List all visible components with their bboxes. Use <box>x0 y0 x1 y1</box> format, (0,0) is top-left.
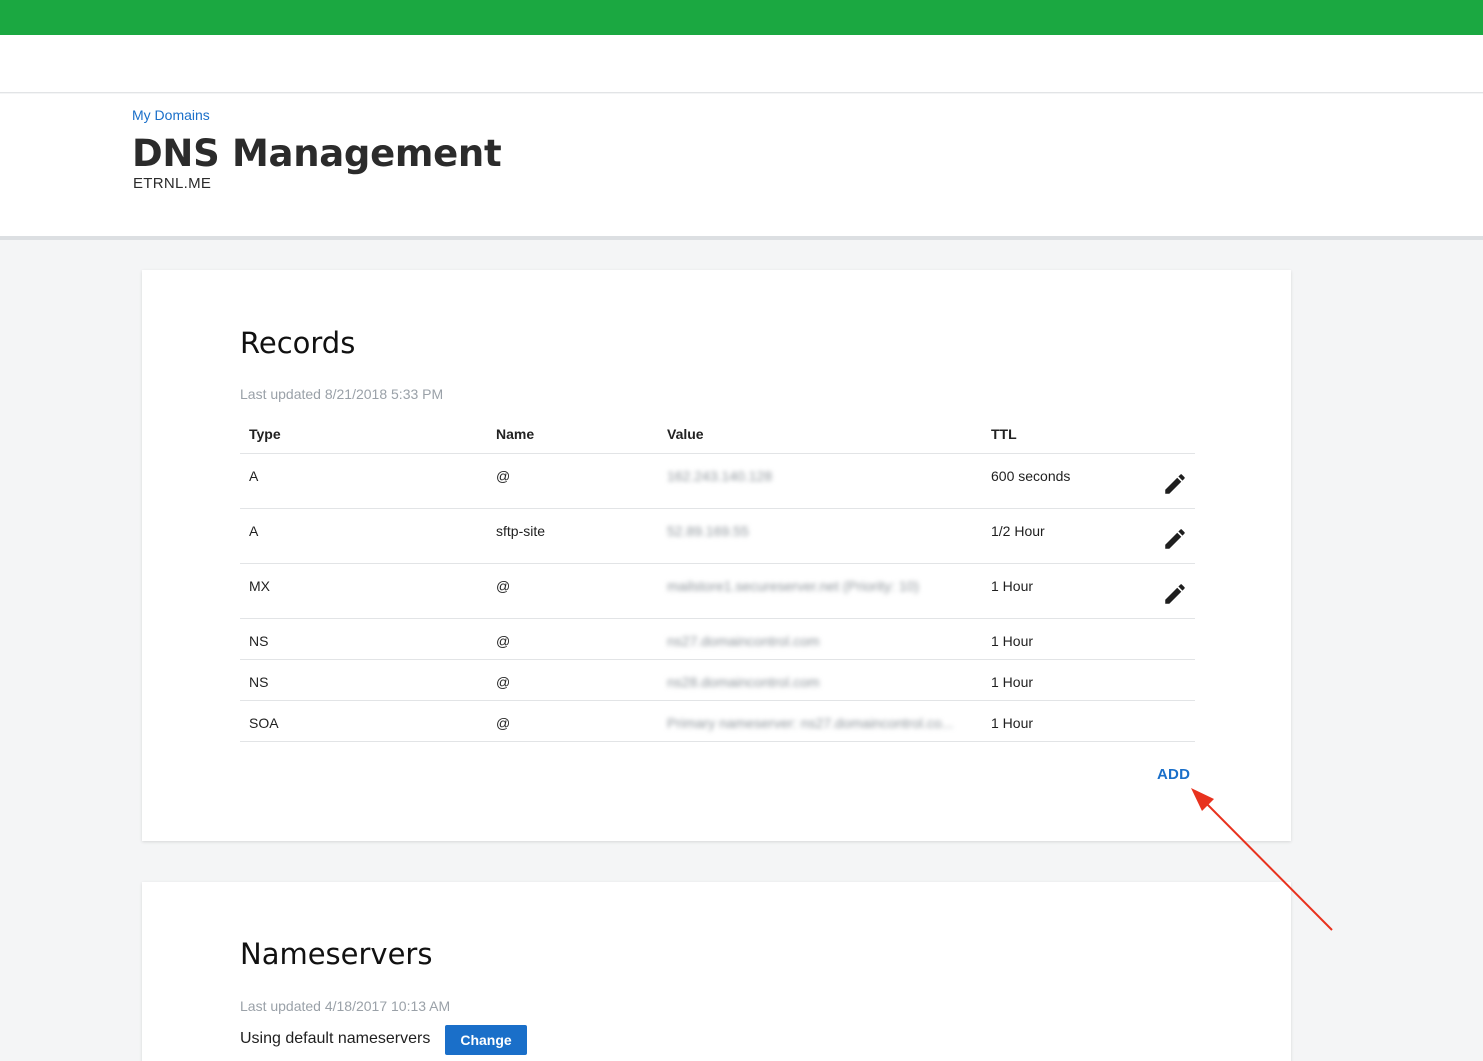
record-name: @ <box>496 715 511 731</box>
record-value: mailstore1.secureserver.net (Priority: 1… <box>667 578 920 594</box>
record-row: SOA @ Primary nameserver: ns27.domaincontr… <box>240 701 1195 742</box>
nameservers-title: Nameservers <box>240 937 433 971</box>
record-ttl: 1 Hour <box>991 715 1034 731</box>
edit-record-button[interactable] <box>1162 471 1188 497</box>
record-value: ns27.domaincontrol.com <box>667 633 820 649</box>
record-type: NS <box>249 633 269 649</box>
edit-record-button[interactable] <box>1162 581 1188 607</box>
column-header-ttl: TTL <box>991 426 1017 442</box>
record-type: A <box>249 468 259 484</box>
record-name: @ <box>496 633 511 649</box>
record-ttl: 1/2 Hour <box>991 523 1045 539</box>
nameservers-card: Nameservers Last updated 4/18/2017 10:13… <box>142 882 1291 1061</box>
record-ttl: 1 Hour <box>991 578 1034 594</box>
change-nameservers-button[interactable]: Change <box>445 1025 527 1055</box>
record-type: A <box>249 523 259 539</box>
pencil-icon <box>1162 581 1188 607</box>
record-ttl: 600 seconds <box>991 468 1071 484</box>
records-card: Records Last updated 8/21/2018 5:33 PM T… <box>142 270 1291 841</box>
navigation-bar <box>0 35 1483 93</box>
records-last-updated: Last updated 8/21/2018 5:33 PM <box>240 386 444 402</box>
record-value: ns28.domaincontrol.com <box>667 674 820 690</box>
column-header-type: Type <box>249 426 281 442</box>
record-type: SOA <box>249 715 279 731</box>
page-header: My Domains DNS Management ETRNL.ME <box>0 94 1483 240</box>
record-ttl: 1 Hour <box>991 633 1034 649</box>
record-type: NS <box>249 674 269 690</box>
record-type: MX <box>249 578 270 594</box>
record-ttl: 1 Hour <box>991 674 1034 690</box>
record-name: @ <box>496 674 511 690</box>
breadcrumb-my-domains[interactable]: My Domains <box>132 107 210 123</box>
edit-record-button[interactable] <box>1162 526 1188 552</box>
pencil-icon <box>1162 526 1188 552</box>
record-row: MX @ mailstore1.secureserver.net (Priority… <box>240 564 1195 619</box>
record-row: NS @ ns27.domaincontrol.com 1 Hour <box>240 619 1195 660</box>
domain-name: ETRNL.ME <box>133 175 212 192</box>
column-header-value: Value <box>667 426 704 442</box>
record-value: 162.243.140.128 <box>667 468 773 484</box>
record-row: NS @ ns28.domaincontrol.com 1 Hour <box>240 660 1195 701</box>
record-row: Asftp-site 52.89.169.55 1/2 Hour <box>240 509 1195 564</box>
records-table-header: Type Name Value TTL <box>240 413 1195 454</box>
top-brand-bar <box>0 0 1483 35</box>
record-row: A @162.243.140.128 600 seconds <box>240 454 1195 509</box>
page-title: DNS Management <box>132 132 502 175</box>
records-title: Records <box>240 326 356 360</box>
record-value: 52.89.169.55 <box>667 523 749 539</box>
nameservers-last-updated: Last updated 4/18/2017 10:13 AM <box>240 998 451 1014</box>
nameservers-status-text: Using default nameservers <box>240 1030 431 1047</box>
records-table: Type Name Value TTL A @162.243.140.128 600… <box>240 413 1195 742</box>
record-name: sftp-site <box>496 523 546 539</box>
record-name: @ <box>496 468 511 484</box>
record-value: Primary nameserver: ns27.domaincontrol.c… <box>667 715 954 731</box>
pencil-icon <box>1162 471 1188 497</box>
column-header-name: Name <box>496 426 535 442</box>
record-name: @ <box>496 578 511 594</box>
add-record-button[interactable]: ADD <box>1157 766 1190 783</box>
